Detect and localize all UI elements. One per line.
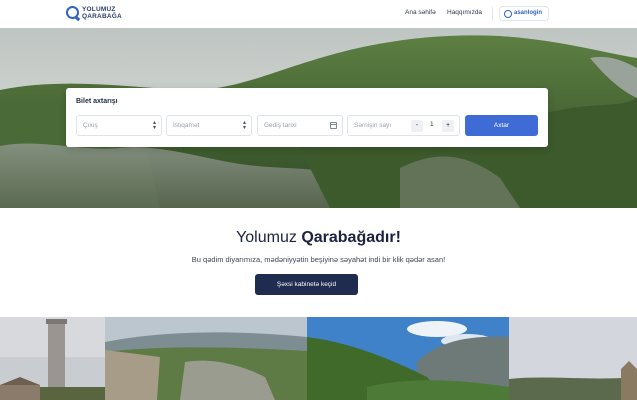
q-logo-icon [66, 6, 79, 19]
decrement-button[interactable]: - [411, 120, 423, 132]
departure-select[interactable]: Çıxış ▴ ▾ [76, 115, 162, 136]
nav-home-link[interactable]: Ana səhifə [405, 9, 436, 16]
search-button[interactable]: Axtar [465, 115, 538, 136]
gallery-photo-minaret [0, 317, 105, 400]
logo-line-2: QARABAĞA [82, 13, 122, 20]
site-logo[interactable]: YOLUMUZ QARABAĞA [66, 5, 126, 23]
asan-login-button[interactable]: asanlogin [499, 6, 549, 21]
passenger-count-value: 1 [430, 121, 434, 128]
departure-placeholder: Çıxış [83, 122, 98, 129]
nav-divider [492, 7, 493, 21]
asan-login-label: asanlogin [514, 10, 543, 16]
gallery-photo-valley [307, 317, 509, 400]
top-navbar: YOLUMUZ QARABAĞA Ana səhifə Haqqımızda a… [0, 0, 637, 29]
departure-date-input[interactable]: Gediş tarixi [257, 115, 343, 136]
passenger-count-label: Sərnişin sayı [354, 122, 392, 129]
calendar-icon [330, 122, 337, 129]
personal-cabinet-button[interactable]: Şəxsi kabinetə keçid [255, 274, 358, 295]
asan-icon [504, 10, 512, 18]
destination-select[interactable]: İstiqamət ▴ ▾ [166, 115, 252, 136]
logo-text: YOLUMUZ QARABAĞA [82, 6, 142, 20]
nav-about-link[interactable]: Haqqımızda [447, 9, 482, 16]
logo-line-1: YOLUMUZ [82, 6, 116, 13]
gallery-photo-fortress [105, 317, 307, 400]
increment-button[interactable]: + [442, 120, 454, 132]
ticket-search-card: Bilet axtarışı Çıxış ▴ ▾ İstiqamət ▴ ▾ Ged… [66, 88, 548, 147]
passenger-count-stepper: Sərnişin sayı - 1 + [347, 115, 460, 136]
destination-placeholder: İstiqamət [173, 122, 200, 129]
welcome-title: Yolumuz Qarabağadır! [0, 229, 637, 247]
photo-gallery [0, 317, 637, 400]
welcome-title-bold: Qarabağadır! [301, 229, 401, 246]
welcome-subtitle: Bu qədim diyarımıza, mədəniyyətin beşiyi… [191, 255, 446, 264]
gallery-photo-monument [509, 317, 637, 400]
search-card-title: Bilet axtarışı [76, 98, 118, 105]
welcome-title-plain: Yolumuz [236, 229, 302, 246]
date-placeholder: Gediş tarixi [264, 122, 297, 129]
select-arrows-icon: ▴ ▾ [152, 120, 156, 131]
select-arrows-icon: ▴ ▾ [242, 120, 246, 131]
